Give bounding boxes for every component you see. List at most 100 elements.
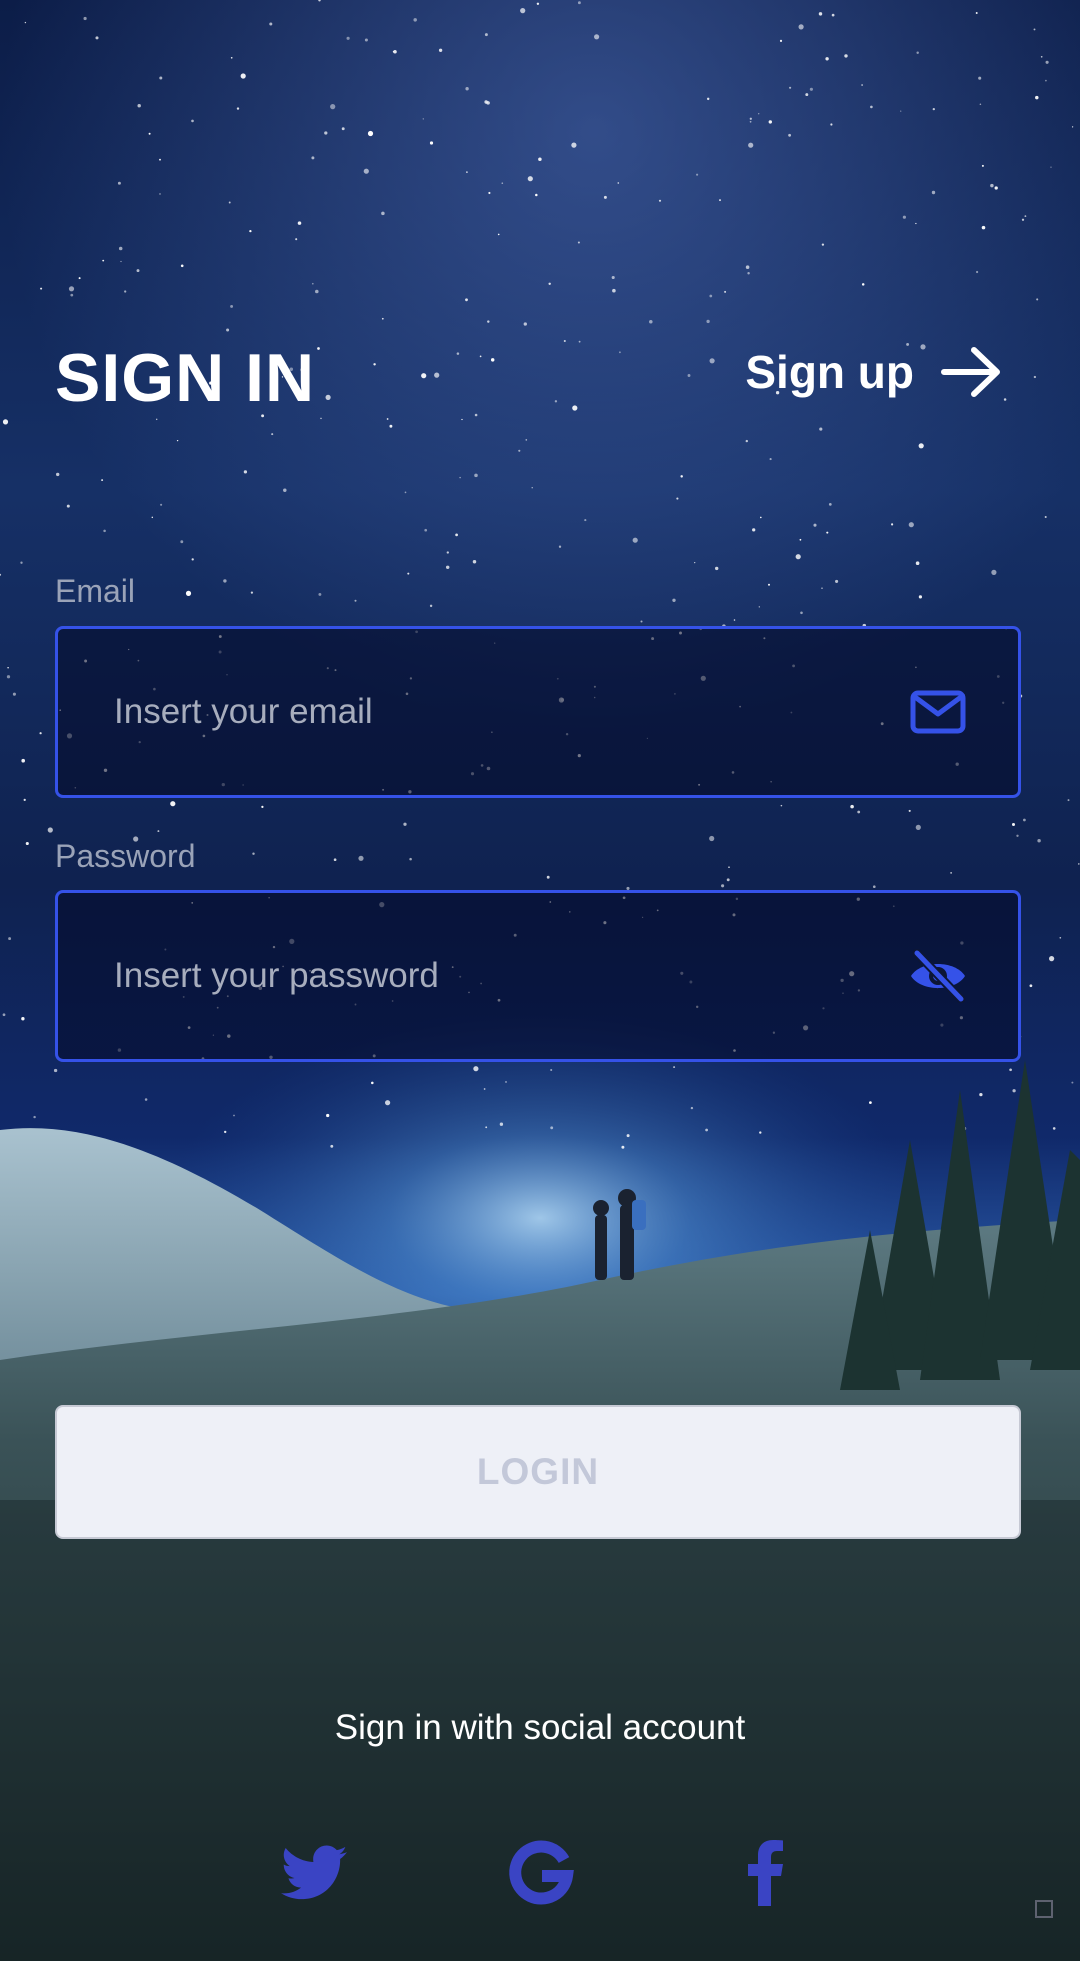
star [979,103,982,106]
star [39,732,42,735]
star [825,57,829,61]
star [83,16,87,21]
star [1009,1068,1012,1072]
star [461,418,463,421]
star [385,1100,391,1106]
star [621,1145,625,1149]
star [318,592,322,596]
star [649,320,653,324]
star [1023,818,1026,822]
star [389,424,393,428]
star [869,1101,872,1104]
star [554,400,558,403]
star [180,540,184,544]
star [455,533,458,537]
star [157,830,160,833]
star [826,531,829,534]
star [68,286,75,292]
star [902,215,906,219]
star [709,358,715,364]
star [706,97,710,101]
sign-up-link[interactable]: Sign up [745,344,1004,400]
star [233,1114,235,1117]
star [136,269,140,273]
star [1071,1081,1074,1084]
login-button[interactable]: LOGIN [55,1405,1021,1539]
star [1037,838,1041,843]
star [497,233,500,236]
star [819,427,823,431]
star [523,322,527,326]
star [861,283,865,286]
star [768,583,770,586]
star [326,1113,330,1118]
star [103,529,106,533]
star [429,604,433,608]
star [473,1066,479,1072]
password-field[interactable] [58,892,908,1060]
facebook-icon[interactable] [727,1838,803,1908]
star [891,523,894,526]
star [117,181,121,185]
star [317,347,320,350]
star [21,1017,25,1021]
star [159,193,161,195]
star [850,804,854,809]
star [191,558,194,561]
star [230,304,234,308]
star [403,822,407,826]
twitter-icon[interactable] [276,1838,352,1908]
star [535,193,538,197]
star [7,666,9,669]
star [844,54,848,58]
star [976,270,979,274]
star [1033,375,1037,379]
star [721,884,725,888]
star [779,39,783,42]
star [809,87,813,91]
star [1011,822,1016,827]
star [24,21,27,24]
star [709,294,713,298]
password-label: Password [55,838,196,874]
star [733,619,736,621]
star [421,373,427,379]
google-icon[interactable] [503,1838,579,1908]
star [594,34,600,40]
star [798,24,804,30]
star [915,561,920,565]
star [1021,218,1025,221]
star [2,419,9,425]
star [21,758,26,763]
star [371,1081,374,1085]
star [102,259,105,262]
star [857,810,861,814]
email-label: Email [55,573,136,609]
star [1012,1089,1016,1093]
star [191,119,194,123]
star [224,1130,227,1134]
star [619,351,621,354]
star [745,265,750,269]
star [1029,984,1033,988]
star [223,579,227,583]
star [170,801,176,807]
star [536,2,540,5]
star [611,275,615,280]
star [118,246,123,251]
star [617,182,620,184]
star [577,241,580,244]
star [483,1088,486,1090]
star [120,260,122,263]
email-field[interactable] [58,628,908,796]
eye-off-icon[interactable] [908,946,968,1006]
star [818,12,823,16]
star [252,852,255,855]
star [501,182,504,185]
star [821,243,825,246]
star [658,199,662,202]
star [446,551,449,554]
star [297,221,302,225]
star [932,107,935,111]
star [159,76,163,80]
